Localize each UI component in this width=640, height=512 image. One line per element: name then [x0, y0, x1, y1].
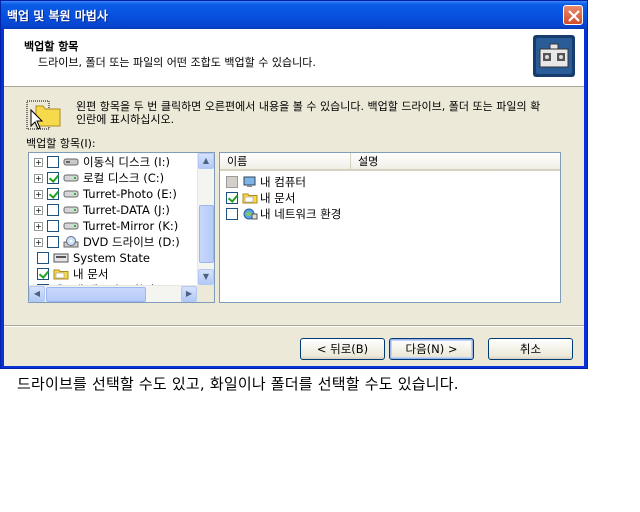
- column-header-name[interactable]: 이름: [220, 153, 351, 171]
- network-icon: [242, 208, 258, 220]
- scroll-corner: [197, 285, 214, 302]
- contents-list[interactable]: 이름 설명 내 컴퓨터내 문서내 네트워크 환경: [219, 152, 561, 303]
- scroll-down-button[interactable]: ▼: [198, 269, 214, 285]
- header-title: 백업할 항목: [24, 40, 79, 53]
- chevron-left-icon: ◀: [33, 289, 41, 298]
- tree-vertical-scrollbar[interactable]: ▲ ▼: [197, 153, 214, 285]
- scroll-thumb-horizontal[interactable]: [46, 287, 146, 302]
- dvd-drive-icon: [63, 236, 79, 248]
- scroll-thumb[interactable]: [199, 205, 214, 263]
- close-button[interactable]: [563, 5, 583, 25]
- close-icon: [568, 10, 580, 22]
- list-checkbox[interactable]: [226, 192, 238, 204]
- list-checkbox[interactable]: [226, 176, 238, 188]
- tree-item-label: Turret-Photo (E:): [83, 187, 177, 201]
- expand-icon[interactable]: +: [34, 206, 43, 215]
- tree-checkbox[interactable]: [37, 268, 49, 280]
- expand-icon[interactable]: +: [34, 222, 43, 231]
- tree-horizontal-scrollbar[interactable]: ◀ ▶: [29, 285, 197, 302]
- column-header-description[interactable]: 설명: [351, 153, 551, 171]
- expand-icon[interactable]: +: [34, 158, 43, 167]
- expand-icon[interactable]: +: [34, 174, 43, 183]
- items-label: 백업할 항목(I):: [26, 137, 96, 150]
- tree-item-label: Turret-DATA (J:): [83, 203, 170, 217]
- tree-checkbox[interactable]: [47, 220, 59, 232]
- next-button[interactable]: 다음(N) >: [389, 338, 474, 360]
- folder-cursor-icon: [26, 100, 61, 130]
- backup-wizard-icon: [533, 35, 575, 77]
- hard-drive-icon: [63, 172, 79, 184]
- system-state-icon: [53, 252, 69, 264]
- window-title: 백업 및 복원 마법사: [7, 9, 108, 23]
- back-button[interactable]: < 뒤로(B): [300, 338, 385, 360]
- tree-item-label: 내 문서: [73, 267, 109, 281]
- expand-icon[interactable]: +: [34, 238, 43, 247]
- folder-icon: [53, 268, 69, 280]
- tree-item-label: Turret-Mirror (K:): [83, 219, 179, 233]
- wizard-header: 백업할 항목 드라이브, 폴더 또는 파일의 어떤 조합도 백업할 수 있습니다…: [4, 29, 584, 87]
- list-header: 이름 설명: [220, 153, 560, 171]
- caption-text: 드라이브를 선택할 수도 있고, 화일이나 폴더를 선택할 수도 있습니다.: [17, 375, 459, 393]
- title-bar[interactable]: 백업 및 복원 마법사: [1, 1, 587, 29]
- tree-item-label: 로컬 디스크 (C:): [83, 171, 165, 185]
- tree-checkbox[interactable]: [47, 204, 59, 216]
- scroll-left-button[interactable]: ◀: [29, 286, 45, 302]
- tree-checkbox[interactable]: [47, 156, 59, 168]
- tree-checkbox[interactable]: [37, 252, 49, 264]
- tree-item-label: DVD 드라이브 (D:): [83, 235, 180, 249]
- chevron-up-icon: ▲: [202, 156, 210, 165]
- list-item-label: 내 컴퓨터: [260, 175, 306, 189]
- hard-drive-icon: [63, 188, 79, 200]
- header-subtitle: 드라이브, 폴더 또는 파일의 어떤 조합도 백업할 수 있습니다.: [38, 56, 316, 69]
- tree-checkbox[interactable]: [47, 172, 59, 184]
- divider: [4, 325, 584, 327]
- list-checkbox[interactable]: [226, 208, 238, 220]
- tree-item-label: System State: [73, 251, 150, 265]
- list-item-label: 내 네트워크 환경: [260, 207, 342, 221]
- backup-tree[interactable]: + 이동식 디스크 (I:) + 로컬 디스크 (C:) + Turret-Photo (…: [28, 152, 215, 303]
- expand-icon[interactable]: +: [34, 190, 43, 199]
- tree-checkbox[interactable]: [47, 236, 59, 248]
- scroll-right-button[interactable]: ▶: [181, 286, 197, 302]
- computer-icon: [242, 176, 258, 188]
- scroll-up-button[interactable]: ▲: [198, 153, 214, 169]
- hard-drive-icon: [63, 220, 79, 232]
- chevron-right-icon: ▶: [185, 289, 193, 298]
- tree-checkbox[interactable]: [47, 188, 59, 200]
- hard-drive-icon: [63, 204, 79, 216]
- tree-item-label: 이동식 디스크 (I:): [83, 155, 171, 169]
- cancel-button[interactable]: 취소: [488, 338, 573, 360]
- wizard-window: 백업 및 복원 마법사 백업할 항목 드라이브, 폴더 또는 파일의 어떤 조합…: [0, 0, 588, 369]
- removable-drive-icon: [63, 156, 79, 168]
- dialog-body: 백업할 항목 드라이브, 폴더 또는 파일의 어떤 조합도 백업할 수 있습니다…: [4, 29, 584, 366]
- chevron-down-icon: ▼: [202, 272, 210, 281]
- list-item-label: 내 문서: [260, 191, 296, 205]
- instruction-text: 왼편 항목을 두 번 클릭하면 오른편에서 내용을 볼 수 있습니다. 백업할 …: [76, 100, 541, 126]
- folder-icon: [242, 192, 258, 204]
